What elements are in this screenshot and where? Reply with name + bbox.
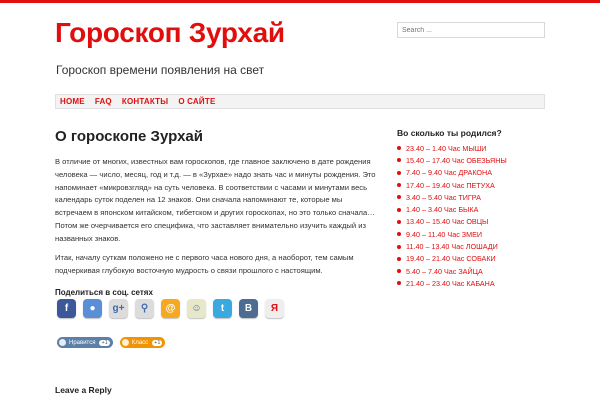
list-item[interactable]: 13.40 – 15.40 Час ОВЦЫ: [397, 216, 507, 228]
reply-heading: Leave a Reply: [55, 385, 112, 395]
top-accent-bar: [0, 0, 600, 3]
list-item[interactable]: 5.40 – 7.40 Час ЗАЙЦА: [397, 265, 507, 277]
bullet-icon: [397, 146, 401, 151]
ok-like-count: +1: [152, 339, 163, 346]
bullet-icon: [397, 219, 401, 224]
post-paragraph: Итак, началу суткам положено не с первог…: [55, 253, 354, 275]
bullet-icon: [397, 158, 401, 163]
vk-like-button[interactable]: Нравится +1: [57, 337, 113, 348]
list-item[interactable]: 1.40 – 3.40 Час БЫКА: [397, 203, 507, 215]
bullet-icon: [397, 207, 401, 212]
list-item-label: 21.40 – 23.40 Час КАБАНА: [406, 278, 495, 288]
list-item-label: 7.40 – 9.40 Час ДРАКОНА: [406, 168, 492, 178]
like-buttons: Нравится +1 Класс +1: [57, 337, 166, 348]
list-item[interactable]: 9.40 – 11.40 Час ЗМЕИ: [397, 228, 507, 240]
share-heading: Поделиться в соц. сетях: [55, 288, 153, 297]
list-item[interactable]: 15.40 – 17.40 Час ОБЕЗЬЯНЫ: [397, 154, 507, 166]
ok-like-button[interactable]: Класс +1: [119, 337, 166, 348]
list-item[interactable]: 11.40 – 13.40 Час ЛОШАДИ: [397, 240, 507, 252]
site-title[interactable]: Гороскоп Зурхай: [55, 17, 285, 49]
odnoklassniki-icon: [121, 339, 129, 346]
vkontakte-icon[interactable]: B: [239, 299, 258, 318]
bullet-icon: [397, 244, 401, 249]
mail-at-icon[interactable]: @: [161, 299, 180, 318]
list-item[interactable]: 3.40 – 5.40 Час ТИГРА: [397, 191, 507, 203]
nav-item-about[interactable]: О САЙТЕ: [178, 97, 215, 106]
search-input[interactable]: [397, 22, 545, 38]
bullet-icon: [397, 281, 401, 286]
list-item-label: 9.40 – 11.40 Час ЗМЕИ: [406, 229, 483, 239]
bullet-icon: [397, 232, 401, 237]
list-item[interactable]: 21.40 – 23.40 Час КАБАНА: [397, 277, 507, 289]
list-item-label: 17.40 – 19.40 Час ПЕТУХА: [406, 180, 495, 190]
paperclip-icon[interactable]: ⚲: [135, 299, 154, 318]
bullet-icon: [397, 269, 401, 274]
list-item[interactable]: 23.40 – 1.40 Час МЫШИ: [397, 142, 507, 154]
bullet-icon: [397, 170, 401, 175]
chat-icon[interactable]: ●: [83, 299, 102, 318]
vk-like-count: +1: [99, 339, 110, 346]
main-nav: HOME FAQ КОНТАКТЫ О САЙТЕ: [55, 94, 545, 109]
nav-item-contacts[interactable]: КОНТАКТЫ: [122, 97, 168, 106]
post-paragraph: В отличие от многих, известных вам горос…: [55, 157, 376, 243]
bullet-icon: [397, 256, 401, 261]
list-item-label: 5.40 – 7.40 Час ЗАЙЦА: [406, 266, 483, 276]
bullet-icon: [397, 195, 401, 200]
list-item-label: 1.40 – 3.40 Час БЫКА: [406, 205, 479, 215]
list-item-label: 13.40 – 15.40 Час ОВЦЫ: [406, 217, 489, 227]
widget-title: Во сколько ты родился?: [397, 128, 502, 138]
list-item[interactable]: 19.40 – 21.40 Час СОБАКИ: [397, 253, 507, 265]
site-description: Гороскоп времени появления на свет: [56, 63, 265, 77]
bullet-icon: [397, 183, 401, 188]
nav-item-home[interactable]: HOME: [60, 97, 85, 106]
nav-item-faq[interactable]: FAQ: [95, 97, 112, 106]
list-item[interactable]: 7.40 – 9.40 Час ДРАКОНА: [397, 167, 507, 179]
vk-like-label: Нравится: [69, 339, 96, 346]
list-item-label: 23.40 – 1.40 Час МЫШИ: [406, 143, 487, 153]
list-item-label: 3.40 – 5.40 Час ТИГРА: [406, 192, 481, 202]
list-item-label: 19.40 – 21.40 Час СОБАКИ: [406, 254, 496, 264]
share-buttons: f ● g+ ⚲ @ ☺ t B Я: [57, 299, 284, 318]
ok-like-label: Класс: [131, 339, 149, 346]
google-plus-icon[interactable]: g+: [109, 299, 128, 318]
odnoklassniki-icon[interactable]: ☺: [187, 299, 206, 318]
twitter-icon[interactable]: t: [213, 299, 232, 318]
list-item-label: 11.40 – 13.40 Час ЛОШАДИ: [406, 242, 498, 252]
vk-icon: [59, 339, 66, 346]
list-item-label: 15.40 – 17.40 Час ОБЕЗЬЯНЫ: [406, 155, 507, 165]
list-item[interactable]: 17.40 – 19.40 Час ПЕТУХА: [397, 179, 507, 191]
post-title: О гороскопе Зурхай: [55, 128, 203, 145]
facebook-icon[interactable]: f: [57, 299, 76, 318]
birth-hour-list: 23.40 – 1.40 Час МЫШИ 15.40 – 17.40 Час …: [397, 142, 507, 290]
yandex-icon[interactable]: Я: [265, 299, 284, 318]
